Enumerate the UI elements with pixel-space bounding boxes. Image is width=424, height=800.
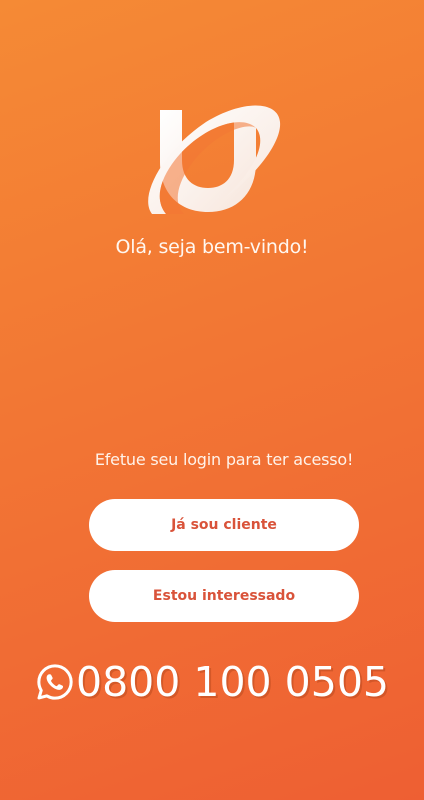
brand-logo-icon	[148, 105, 281, 214]
phone-number: 0800 100 0505	[76, 658, 390, 706]
contact-phone[interactable]: 0800 100 0505	[36, 652, 396, 712]
welcome-greeting: Olá, seja bem-vindo!	[115, 236, 309, 258]
existing-client-button[interactable]: Já sou cliente	[89, 499, 359, 551]
login-prompt: Efetue seu login para ter acesso!	[94, 450, 354, 469]
whatsapp-icon	[37, 664, 73, 700]
interested-button[interactable]: Estou interessado	[89, 570, 359, 622]
